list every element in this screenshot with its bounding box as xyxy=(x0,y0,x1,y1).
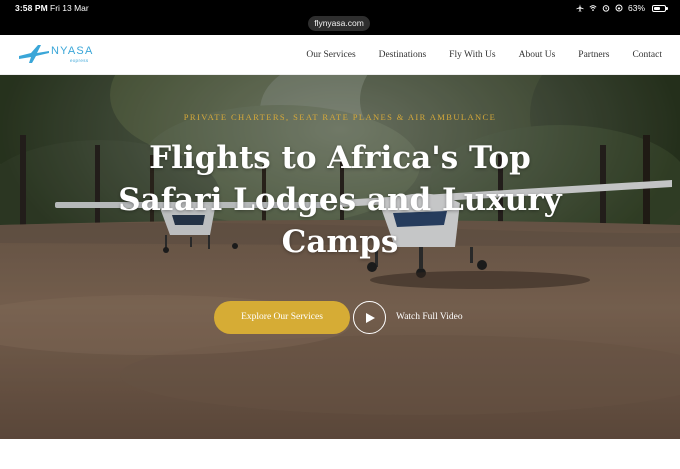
battery-percent: 63% xyxy=(627,3,645,13)
nav-destinations[interactable]: Destinations xyxy=(379,50,427,60)
headline-line-2: Safari Lodges and Luxury xyxy=(118,182,562,218)
site-logo[interactable]: NYASA express xyxy=(18,43,98,67)
headline-line-1: Flights to Africa's Top xyxy=(149,140,531,176)
airplane-mode-icon xyxy=(576,4,584,12)
lock-rotation-icon xyxy=(615,4,623,12)
status-time: 3:58 PM xyxy=(15,3,48,13)
play-video-button[interactable] xyxy=(353,301,386,334)
hero-headline: Flights to Africa's Top Safari Lodges an… xyxy=(90,137,590,263)
plane-logo-icon xyxy=(19,45,49,63)
battery-icon xyxy=(652,4,668,12)
logo-subtitle: express xyxy=(70,58,89,63)
nav-about-us[interactable]: About Us xyxy=(519,50,556,60)
nav-our-services[interactable]: Our Services xyxy=(306,50,355,60)
hero-section: PRIVATE CHARTERS, SEAT RATE PLANES & AIR… xyxy=(0,75,680,439)
main-nav: Our Services Destinations Fly With Us Ab… xyxy=(283,35,662,75)
nav-fly-with-us[interactable]: Fly With Us xyxy=(449,50,495,60)
nav-contact[interactable]: Contact xyxy=(632,50,662,60)
watch-full-video-link[interactable]: Watch Full Video xyxy=(396,312,463,322)
logo-name: NYASA xyxy=(51,45,94,57)
nav-partners[interactable]: Partners xyxy=(578,50,609,60)
page-below-hero xyxy=(0,439,680,469)
explore-services-button[interactable]: Explore Our Services xyxy=(214,301,350,334)
play-icon xyxy=(366,313,375,323)
headline-line-3: Camps xyxy=(281,224,399,260)
status-icons: 63% xyxy=(576,3,668,13)
alarm-icon xyxy=(602,5,610,12)
status-bar: 3:58 PM Fri 13 Mar 63% flynyasa.com xyxy=(0,0,680,35)
site-header: NYASA express Our Services Destinations … xyxy=(0,35,680,75)
address-bar[interactable]: flynyasa.com xyxy=(308,16,370,31)
wifi-icon xyxy=(589,5,597,11)
status-date: Fri 13 Mar xyxy=(50,3,89,13)
hero-eyebrow: PRIVATE CHARTERS, SEAT RATE PLANES & AIR… xyxy=(183,112,497,122)
